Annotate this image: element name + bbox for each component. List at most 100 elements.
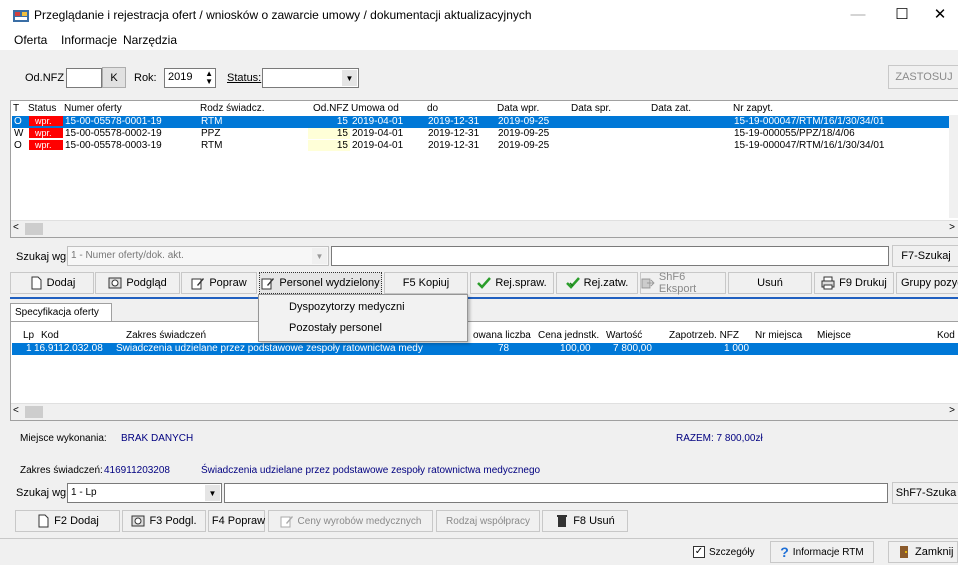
podglad-label: Podgląd <box>126 277 167 289</box>
checkbox-checked-icon[interactable]: ✓ <box>693 546 705 558</box>
minimize-button[interactable]: — <box>838 4 878 26</box>
f2-dodaj-button[interactable]: F2 Dodaj <box>15 510 120 532</box>
close-button[interactable]: ✕ <box>920 4 958 26</box>
col-lp[interactable]: Lp <box>23 330 34 341</box>
col-numer[interactable]: Numer oferty <box>64 103 122 114</box>
rej-zatw-button[interactable]: Rej.zatw. <box>556 272 638 294</box>
rodzaj-button[interactable]: Rodzaj współpracy <box>436 510 540 532</box>
usun-button[interactable]: Usuń <box>728 272 812 294</box>
informacje-rtm-label: Informacje RTM <box>792 546 864 558</box>
col-liczba[interactable]: owana liczba <box>473 330 531 341</box>
search1-input[interactable] <box>331 246 889 266</box>
search2-input[interactable] <box>224 483 888 503</box>
spec-grid: Lp Kod Zakres świadczeń owana liczba Cen… <box>10 321 958 421</box>
col-kod[interactable]: Kod <box>41 330 59 341</box>
menu-oferta[interactable]: Oferta <box>14 33 47 47</box>
col-kod2[interactable]: Kod <box>937 330 955 341</box>
scroll-thumb[interactable] <box>25 406 43 418</box>
rok-value: 2019 <box>168 71 193 83</box>
cell-rodz: RTM <box>201 140 223 151</box>
szczegoly-checkbox[interactable]: ✓ Szczegóły <box>693 546 755 558</box>
table-row[interactable]: Owpr. 15-00-05578-0001-19 RTM 15 2019-04-01 2… <box>12 116 958 128</box>
col-miejsce[interactable]: Miejsce <box>817 330 851 341</box>
menu-informacje[interactable]: Informacje <box>61 33 117 47</box>
menu-pozostaly-personel[interactable]: Pozostały personel <box>289 322 382 334</box>
col-status[interactable]: Status <box>28 103 56 114</box>
col-data-spr[interactable]: Data spr. <box>571 103 611 114</box>
kopiuj-button[interactable]: F5 Kopiuj <box>384 272 468 294</box>
chevron-down-icon[interactable]: ▼ <box>312 248 327 264</box>
f3-podgl-button[interactable]: F3 Podgl. <box>122 510 206 532</box>
scroll-left-icon[interactable]: < <box>13 222 19 233</box>
dodaj-label: Dodaj <box>46 277 76 289</box>
maximize-button[interactable]: ☐ <box>882 4 922 26</box>
search2-select[interactable]: 1 - Lp ▼ <box>67 483 222 503</box>
search1-button[interactable]: F7-Szukaj <box>892 245 958 267</box>
grupy-button[interactable]: Grupy pozyc <box>896 272 958 294</box>
edit-icon <box>280 516 293 528</box>
table-row[interactable]: Wwpr. 15-00-05578-0002-19 PPZ 15 2019-04-01 2… <box>12 128 958 140</box>
col-t[interactable]: T <box>13 103 19 114</box>
col-zapotrzeb[interactable]: Zapotrzeb. NFZ <box>669 330 739 341</box>
export-icon <box>641 278 655 289</box>
col-cena[interactable]: Cena jednstk. <box>538 330 599 341</box>
f2-dodaj-label: F2 Dodaj <box>54 515 99 527</box>
zastosuj-button[interactable]: ZASTOSUJ <box>888 65 958 89</box>
splitter[interactable] <box>10 297 958 299</box>
col-nr-zapyt[interactable]: Nr zapyt. <box>733 103 773 114</box>
scroll-right-icon[interactable]: > <box>949 222 955 233</box>
scroll-thumb[interactable] <box>25 223 43 235</box>
search1-select[interactable]: 1 - Numer oferty/dok. akt. ▼ <box>67 246 329 266</box>
cell-t: W <box>14 128 24 139</box>
informacje-rtm-button[interactable]: ? Informacje RTM <box>770 541 874 563</box>
dodaj-button[interactable]: Dodaj <box>10 272 94 294</box>
offers-vscroll[interactable] <box>949 115 958 218</box>
col-do[interactable]: do <box>427 103 438 114</box>
rej-spraw-button[interactable]: Rej.spraw. <box>470 272 554 294</box>
search2-button[interactable]: ShF7-Szuka <box>892 482 958 504</box>
razem-value: RAZEM: 7 800,00zł <box>676 433 763 444</box>
drukuj-button[interactable]: F9 Drukuj <box>814 272 894 294</box>
rok-label: Rok: <box>134 72 157 84</box>
col-rodz[interactable]: Rodz świadcz. <box>200 103 264 114</box>
f8-usun-label: F8 Usuń <box>573 515 615 527</box>
col-wartosc[interactable]: Wartość <box>606 330 642 341</box>
chevron-down-icon[interactable]: ▼ <box>205 485 220 501</box>
col-zakres[interactable]: Zakres świadczeń <box>126 330 206 341</box>
offers-hscroll[interactable]: < > <box>11 220 958 237</box>
f8-usun-button[interactable]: F8 Usuń <box>542 510 628 532</box>
status-select[interactable]: ▼ <box>262 68 359 88</box>
scroll-left-icon[interactable]: < <box>13 405 19 416</box>
spec-row[interactable]: 1 16.9112.032.08 Świadczenia udzielane p… <box>12 343 958 355</box>
od-nfz-input[interactable] <box>66 68 102 88</box>
search2-label: Szukaj wg <box>16 487 67 499</box>
scroll-right-icon[interactable]: > <box>949 405 955 416</box>
col-data-wpr[interactable]: Data wpr. <box>497 103 539 114</box>
cell-do: 2019-12-31 <box>428 128 480 139</box>
col-data-zat[interactable]: Data zat. <box>651 103 691 114</box>
ceny-button[interactable]: Ceny wyrobów medycznych <box>268 510 433 532</box>
zakres-code: 416911203208 <box>104 465 170 476</box>
col-umowa-od[interactable]: Umowa od <box>351 103 399 114</box>
personel-button[interactable]: Personel wydzielony <box>259 272 382 294</box>
eksport-button[interactable]: ShF6 Eksport <box>640 271 726 295</box>
personel-popup-menu: Dyspozytorzy medyczni Pozostały personel <box>258 294 468 342</box>
spin-arrows-icon[interactable]: ▲ ▼ <box>205 70 213 86</box>
podglad-button[interactable]: Podgląd <box>95 272 180 294</box>
zamknij-label: Zamknij <box>915 546 954 558</box>
cell-od-nfz: 15 <box>336 116 348 127</box>
miejsce-label: Miejsce wykonania: <box>20 433 107 444</box>
menu-dyspozytorzy[interactable]: Dyspozytorzy medyczni <box>289 301 405 313</box>
table-row[interactable]: Owpr. 15-00-05578-0003-19 RTM 15 2019-04-01 2… <box>12 140 958 152</box>
spec-hscroll[interactable]: < > <box>11 403 958 420</box>
k-button[interactable]: K <box>102 67 126 88</box>
f4-popraw-button[interactable]: F4 Popraw <box>208 510 265 532</box>
tab-specyfikacja[interactable]: Specyfikacja oferty <box>10 303 112 321</box>
chevron-down-icon[interactable]: ▼ <box>342 70 357 86</box>
rok-spinner[interactable]: 2019 ▲ ▼ <box>164 68 216 88</box>
zamknij-button[interactable]: Zamknij <box>888 541 958 563</box>
col-odnfz[interactable]: Od.NFZ <box>313 103 349 114</box>
menu-narzedzia[interactable]: Narzędzia <box>123 33 177 47</box>
popraw-button[interactable]: Popraw <box>181 272 257 294</box>
col-nr-miejsca[interactable]: Nr miejsca <box>755 330 802 341</box>
